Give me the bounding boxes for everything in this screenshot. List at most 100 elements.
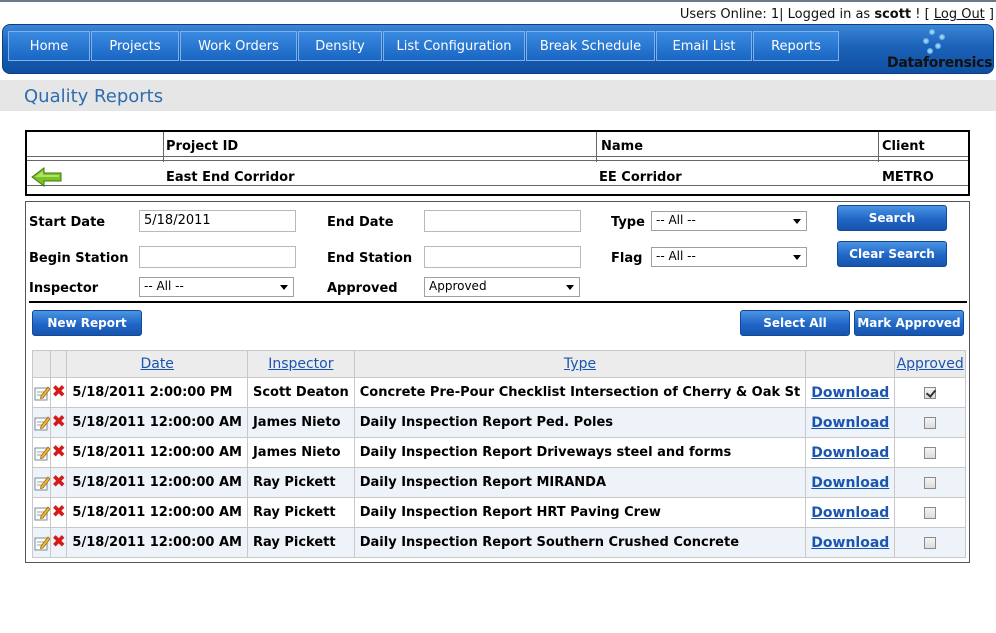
type-cell: Daily Inspection Report HRT Paving Crew [353, 497, 807, 528]
nav-menu: Home Projects Work Orders Density List C… [8, 31, 840, 61]
header-rule [27, 160, 968, 161]
start-date-label: Start Date [29, 215, 106, 230]
delete-icon[interactable]: ✖ [52, 474, 66, 491]
column-divider [163, 132, 164, 162]
back-arrow-icon[interactable] [31, 166, 63, 188]
delete-column-header [50, 350, 68, 378]
end-station-input[interactable] [424, 246, 581, 268]
approved-cell [894, 407, 966, 438]
nav-reports[interactable]: Reports [753, 31, 839, 61]
logout-link[interactable]: Log Out [934, 7, 985, 22]
nav-email-list[interactable]: Email List [656, 31, 752, 61]
project-id-header: Project ID [166, 139, 239, 154]
download-link[interactable]: Download [811, 445, 889, 461]
edit-icon[interactable] [34, 535, 50, 551]
approved-checkbox[interactable] [924, 476, 937, 489]
delete-cell: ✖ [50, 497, 68, 528]
delete-cell: ✖ [50, 527, 68, 558]
approved-cell [894, 377, 966, 408]
delete-icon[interactable]: ✖ [52, 414, 66, 431]
flag-select[interactable]: -- All -- [651, 247, 807, 267]
edit-icon[interactable] [34, 445, 50, 461]
nav-work-orders[interactable]: Work Orders [180, 31, 297, 61]
project-id-value: East End Corridor [166, 170, 295, 185]
nav-home[interactable]: Home [8, 31, 90, 61]
download-link[interactable]: Download [811, 505, 889, 521]
download-link[interactable]: Download [811, 415, 889, 431]
type-label: Type [611, 215, 645, 230]
approved-select[interactable]: Approved [424, 277, 580, 297]
start-date-input[interactable]: 5/18/2011 [139, 210, 296, 232]
inspector-cell: Ray Pickett [246, 497, 355, 528]
main-navigation: Home Projects Work Orders Density List C… [2, 24, 994, 74]
edit-cell [31, 467, 52, 498]
delete-icon[interactable]: ✖ [52, 504, 66, 521]
project-client-header: Client [882, 139, 925, 154]
download-link[interactable]: Download [811, 385, 889, 401]
download-cell: Download [805, 527, 896, 558]
mark-approved-button[interactable]: Mark Approved [854, 310, 964, 336]
clear-search-button[interactable]: Clear Search [837, 241, 947, 267]
download-link[interactable]: Download [811, 475, 889, 491]
search-button[interactable]: Search [837, 205, 947, 231]
end-date-label: End Date [327, 215, 394, 230]
delete-icon[interactable]: ✖ [52, 444, 66, 461]
approved-checkbox[interactable] [924, 386, 937, 399]
type-column-header[interactable]: Type [353, 350, 807, 378]
inspector-cell: Ray Pickett [246, 467, 355, 498]
delete-icon[interactable]: ✖ [52, 384, 66, 401]
project-name-value: EE Corridor [599, 170, 682, 185]
nav-density[interactable]: Density [298, 31, 382, 61]
nav-projects[interactable]: Projects [91, 31, 179, 61]
approved-column-header[interactable]: Approved [894, 350, 966, 378]
edit-icon[interactable] [34, 505, 50, 521]
nav-break-schedule[interactable]: Break Schedule [526, 31, 655, 61]
inspector-cell: Ray Pickett [246, 527, 355, 558]
select-all-button[interactable]: Select All [740, 310, 850, 336]
delete-cell: ✖ [50, 437, 68, 468]
edit-icon[interactable] [34, 385, 50, 401]
download-cell: Download [805, 467, 896, 498]
section-divider [29, 301, 967, 303]
type-cell: Daily Inspection Report Southern Crushed… [353, 527, 807, 558]
delete-icon[interactable]: ✖ [52, 534, 66, 551]
edit-icon[interactable] [34, 415, 50, 431]
nav-list-configuration[interactable]: List Configuration [383, 31, 525, 61]
approved-checkbox[interactable] [924, 416, 937, 429]
approved-cell [894, 437, 966, 468]
table-row: ✖ 5/18/2011 2:00:00 PM Scott Deaton Concret… [31, 377, 966, 408]
end-station-label: End Station [327, 251, 413, 266]
approved-label: Approved [327, 281, 398, 296]
top-border [0, 0, 996, 2]
edit-cell [31, 527, 52, 558]
type-select[interactable]: -- All -- [651, 211, 807, 231]
edit-icon[interactable] [34, 475, 50, 491]
edit-cell [31, 377, 52, 408]
approved-checkbox[interactable] [924, 506, 937, 519]
date-column-header[interactable]: Date [66, 350, 248, 378]
inspector-cell: Scott Deaton [246, 377, 355, 408]
approved-cell [894, 467, 966, 498]
approved-checkbox[interactable] [924, 536, 937, 549]
column-divider [596, 132, 597, 162]
begin-station-input[interactable] [139, 246, 296, 268]
logo-dots-icon [919, 29, 949, 55]
row-rule [27, 185, 968, 186]
edit-cell [31, 407, 52, 438]
page-title: Quality Reports [24, 86, 164, 107]
download-cell: Download [805, 407, 896, 438]
end-date-input[interactable] [424, 210, 581, 232]
download-link[interactable]: Download [811, 535, 889, 551]
edit-column-header [31, 350, 52, 378]
table-row: ✖ 5/18/2011 12:00:00 AM James Nieto Daily I… [31, 437, 966, 468]
download-column-header [805, 350, 896, 378]
date-cell: 5/18/2011 12:00:00 AM [66, 407, 248, 438]
dataforensics-logo: Dataforensics [887, 27, 992, 73]
inspector-column-header[interactable]: Inspector [246, 350, 355, 378]
inspector-select[interactable]: -- All -- [139, 277, 294, 297]
user-status-bar: Users Online: 1| Logged in as scott ! [ … [680, 7, 994, 22]
type-cell: Daily Inspection Report MIRANDA [353, 467, 807, 498]
new-report-button[interactable]: New Report [32, 310, 142, 336]
approved-checkbox[interactable] [924, 446, 937, 459]
delete-cell: ✖ [50, 467, 68, 498]
